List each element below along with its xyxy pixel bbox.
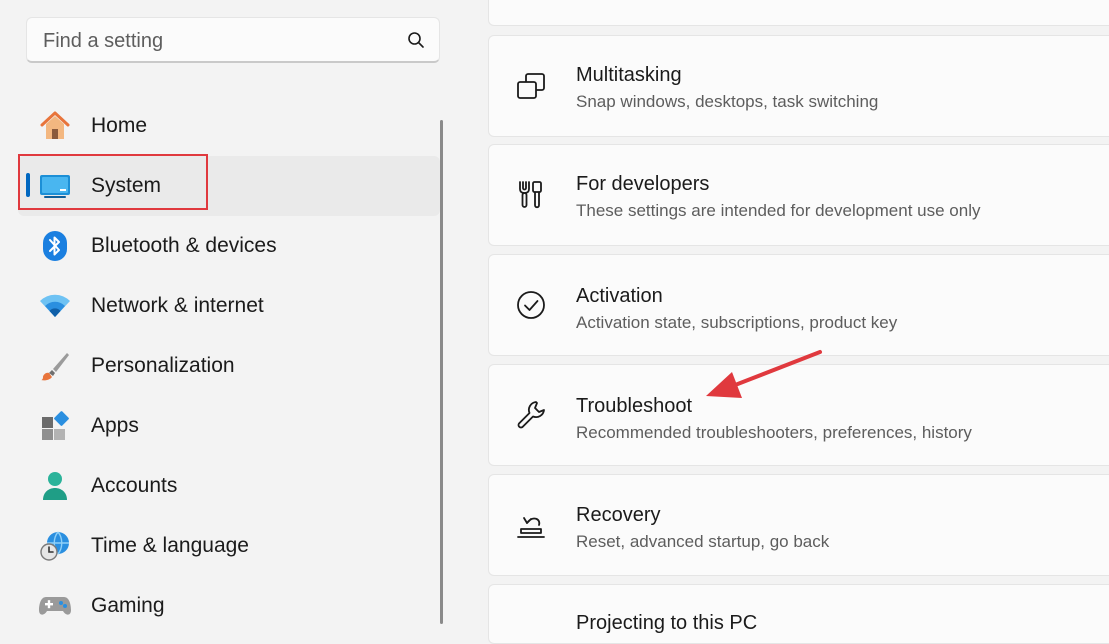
- settings-card-previous[interactable]: [488, 0, 1109, 26]
- sidebar-item-label: Gaming: [91, 594, 165, 617]
- sidebar-item-label: Accounts: [91, 474, 178, 497]
- bluetooth-icon: [38, 230, 72, 262]
- wrench-icon: [517, 401, 545, 429]
- sidebar-item-label: System: [91, 174, 162, 197]
- developer-tools-icon: [519, 181, 542, 209]
- card-title: Recovery: [576, 504, 661, 526]
- sidebar-item-label: Bluetooth & devices: [91, 234, 277, 257]
- sidebar-item-label: Personalization: [91, 354, 235, 377]
- gamepad-icon: [38, 590, 72, 622]
- sidebar-item-accounts[interactable]: Accounts: [18, 456, 440, 516]
- search-icon[interactable]: [407, 31, 425, 49]
- wifi-icon: [38, 290, 72, 322]
- settings-card-for-developers[interactable]: For developers These settings are intend…: [488, 144, 1109, 246]
- sidebar-item-label: Time & language: [91, 534, 249, 557]
- account-icon: [38, 470, 72, 502]
- sidebar-item-label: Network & internet: [91, 294, 264, 317]
- sidebar-item-network-internet[interactable]: Network & internet: [18, 276, 440, 336]
- sidebar-item-gaming[interactable]: Gaming: [18, 576, 440, 636]
- settings-card-activation[interactable]: Activation Activation state, subscriptio…: [488, 254, 1109, 356]
- sidebar-item-system[interactable]: System: [18, 154, 440, 216]
- sidebar-item-personalization[interactable]: Personalization: [18, 336, 440, 396]
- card-description: Snap windows, desktops, task switching: [576, 92, 879, 111]
- sidebar-item-label: Apps: [91, 414, 139, 437]
- settings-card-multitasking[interactable]: Multitasking Snap windows, desktops, tas…: [488, 35, 1109, 137]
- sidebar-nav: Home System Bluetooth & devices Network …: [18, 96, 440, 636]
- sidebar-scrollbar[interactable]: [440, 120, 443, 624]
- search-input[interactable]: [41, 26, 385, 56]
- sidebar-item-bluetooth-devices[interactable]: Bluetooth & devices: [18, 216, 440, 276]
- sidebar-item-label: Home: [91, 114, 148, 137]
- settings-card-troubleshoot[interactable]: Troubleshoot Recommended troubleshooters…: [488, 364, 1109, 466]
- card-title: Activation: [576, 285, 663, 307]
- paintbrush-icon: [38, 350, 72, 382]
- card-description: Activation state, subscriptions, product…: [576, 313, 898, 332]
- globe-clock-icon: [38, 530, 72, 562]
- card-title: For developers: [576, 173, 710, 195]
- settings-card-recovery[interactable]: Recovery Reset, advanced startup, go bac…: [488, 474, 1109, 576]
- settings-card-projecting[interactable]: Projecting to this PC: [488, 584, 1109, 644]
- apps-icon: [38, 410, 72, 442]
- card-title: Troubleshoot: [576, 395, 692, 417]
- card-description: Reset, advanced startup, go back: [576, 532, 830, 551]
- multitasking-icon: [517, 73, 545, 99]
- card-description: Recommended troubleshooters, preferences…: [576, 423, 972, 442]
- sidebar-item-apps[interactable]: Apps: [18, 396, 440, 456]
- search-box[interactable]: [26, 17, 440, 63]
- recovery-icon: [517, 517, 545, 538]
- active-indicator: [26, 173, 30, 197]
- checkmark-circle-icon: [517, 291, 545, 319]
- sidebar-item-time-language[interactable]: Time & language: [18, 516, 440, 576]
- card-description: These settings are intended for developm…: [576, 201, 981, 220]
- sidebar-item-home[interactable]: Home: [18, 96, 440, 156]
- card-title: Multitasking: [576, 64, 682, 86]
- monitor-icon: [38, 170, 72, 202]
- home-icon: [38, 110, 72, 142]
